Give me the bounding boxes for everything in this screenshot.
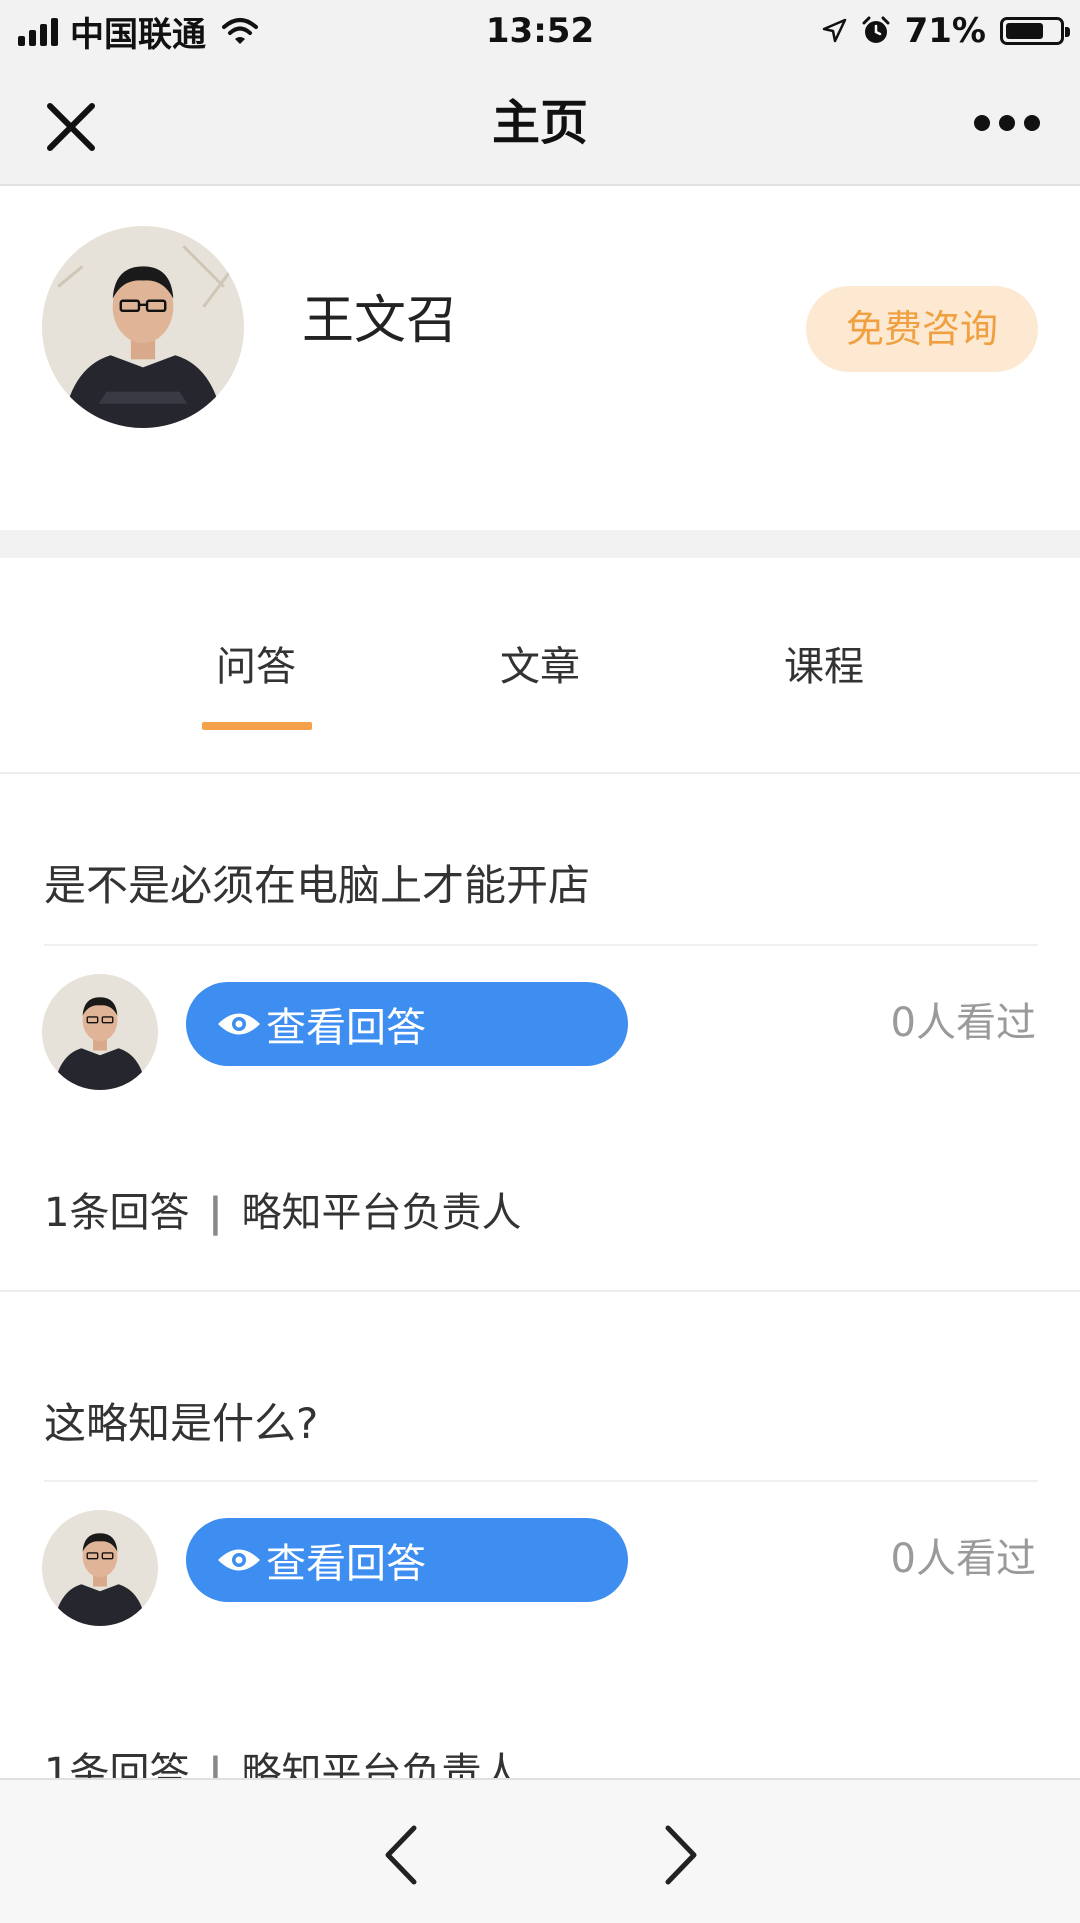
free-consult-button[interactable]: 免费咨询 [806, 286, 1038, 372]
meta-separator: | [208, 1190, 223, 1236]
bottom-toolbar [0, 1778, 1080, 1923]
avatar[interactable] [42, 226, 244, 428]
battery-fill [1006, 23, 1043, 39]
answer-meta: 1条回答 | 略知平台负责人 [44, 1744, 522, 1778]
answerer-avatar[interactable] [42, 1510, 158, 1626]
item-divider [44, 944, 1038, 946]
location-icon [822, 18, 846, 43]
view-count: 0人看过 [890, 1536, 1036, 1582]
profile-header: 王文召 免费咨询 [0, 186, 1080, 530]
meta-separator: | [208, 1750, 223, 1778]
tab-bar: 问答 文章 课程 [0, 558, 1080, 774]
question-title[interactable]: 这略知是什么? [44, 1394, 318, 1454]
avatar-image [42, 226, 244, 428]
status-bar-right: 71% [821, 8, 1070, 54]
view-answer-label: 查看回答 [266, 1541, 426, 1587]
alarm-icon [862, 16, 890, 43]
more-icon[interactable] [974, 110, 1040, 136]
answerer-avatar[interactable] [42, 974, 158, 1090]
item-divider [44, 1480, 1038, 1482]
answer-meta: 1条回答 | 略知平台负责人 [44, 1184, 522, 1242]
item-separator [0, 1290, 1080, 1292]
answer-count: 1条回答 [44, 1190, 190, 1236]
page-title: 主页 [491, 95, 588, 151]
tab-articles[interactable]: 文章 [500, 638, 580, 696]
list-item: 这略知是什么? 查看回答 0人看过 1条回答 | 略知平台负责人 [0, 1312, 1080, 1778]
question-title[interactable]: 是不是必须在电脑上才能开店 [44, 856, 590, 916]
more-dot [1024, 115, 1040, 131]
back-arrow-icon[interactable] [376, 1820, 426, 1890]
author-title: 略知平台负责人 [241, 1190, 522, 1236]
more-dot [974, 115, 990, 131]
list-item: 是不是必须在电脑上才能开店 查看回答 0人看过 1条回答 | 略知平台负责人 [0, 776, 1080, 1310]
battery-icon [1000, 17, 1070, 45]
eye-icon [216, 1009, 262, 1039]
view-answer-button[interactable]: 查看回答 [186, 982, 628, 1066]
avatar-image [42, 1510, 158, 1626]
more-dot [999, 115, 1015, 131]
avatar-image [42, 974, 158, 1090]
tab-courses[interactable]: 课程 [784, 638, 864, 696]
tab-qa[interactable]: 问答 [216, 638, 296, 696]
view-answer-label: 查看回答 [266, 1005, 426, 1051]
active-tab-indicator [202, 722, 312, 730]
navigation-bar: 主页 [0, 62, 1080, 186]
eye-icon [216, 1545, 262, 1575]
forward-arrow-icon[interactable] [656, 1820, 706, 1890]
profile-name: 王文召 [302, 291, 459, 351]
view-answer-button[interactable]: 查看回答 [186, 1518, 628, 1602]
answer-count: 1条回答 [44, 1750, 190, 1778]
status-bar: 中国联通 13:52 71% [0, 0, 1080, 62]
section-divider [0, 530, 1080, 558]
battery-percent: 71% [904, 11, 986, 51]
author-title: 略知平台负责人 [241, 1750, 522, 1778]
view-count: 0人看过 [890, 1000, 1036, 1046]
